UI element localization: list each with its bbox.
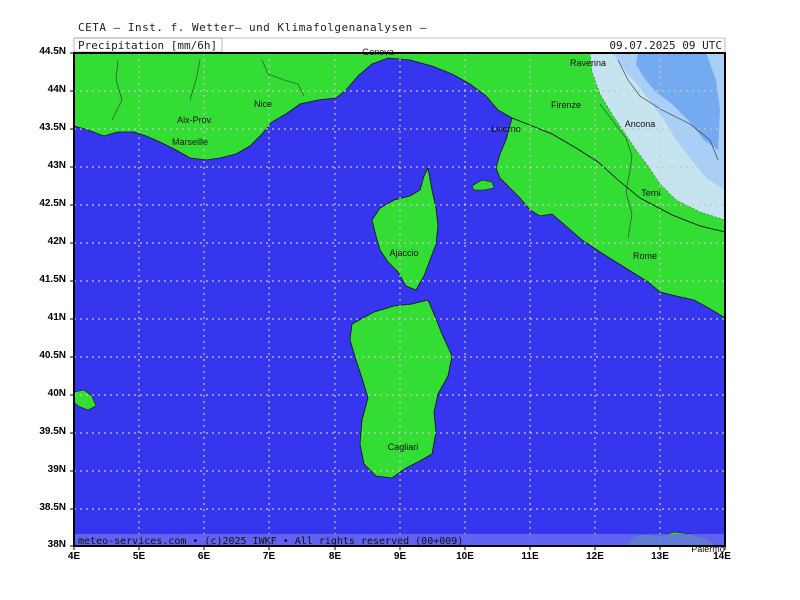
- lon-label: 12E: [586, 551, 604, 562]
- lon-label: 8E: [328, 551, 342, 562]
- lat-label: 43.5N: [39, 122, 66, 133]
- lon-label: 9E: [393, 551, 407, 562]
- lat-label: 43N: [47, 160, 66, 171]
- place-label-terni: Terni: [641, 188, 661, 198]
- lat-label: 41N: [47, 312, 66, 323]
- lat-label: 38.5N: [39, 502, 66, 513]
- place-label-ancona: Ancona: [625, 119, 656, 129]
- lat-label: 40N: [47, 388, 66, 399]
- place-label-firenze: Firenze: [551, 100, 581, 110]
- lon-label: 7E: [262, 551, 276, 562]
- lon-label: 5E: [132, 551, 146, 562]
- place-label-nice: Nice: [254, 99, 272, 109]
- precipitation-map: Genova Ravenna Nice Firenze Aix-Prov. Li…: [70, 37, 726, 554]
- lon-label: 10E: [456, 551, 474, 562]
- place-label-ravenna: Ravenna: [570, 58, 606, 68]
- lat-label: 39.5N: [39, 426, 66, 437]
- valid-time: 09.07.2025 09 UTC: [609, 39, 722, 52]
- place-label-ajaccio: Ajaccio: [389, 248, 418, 258]
- place-label-aix-prov: Aix-Prov.: [177, 115, 213, 125]
- place-label-rome: Rome: [633, 251, 657, 261]
- lat-label: 44.5N: [39, 46, 66, 57]
- place-label-livorno: Livorno: [491, 124, 521, 134]
- lat-label: 39N: [47, 464, 66, 475]
- lat-label: 42.5N: [39, 198, 66, 209]
- field-label: Precipitation [mm/6h]: [78, 39, 217, 52]
- lat-label: 40.5N: [39, 350, 66, 361]
- lon-label: 14E: [713, 551, 731, 562]
- lon-label: 11E: [521, 551, 539, 562]
- lat-label: 44N: [47, 84, 66, 95]
- lon-label: 6E: [197, 551, 211, 562]
- place-label-cagliari: Cagliari: [388, 442, 419, 452]
- lon-label: 13E: [651, 551, 669, 562]
- place-label-marseille: Marseille: [172, 137, 208, 147]
- lat-label: 38N: [47, 539, 66, 550]
- lat-label: 42N: [47, 236, 66, 247]
- lon-label: 4E: [67, 551, 81, 562]
- lat-label: 41.5N: [39, 274, 66, 285]
